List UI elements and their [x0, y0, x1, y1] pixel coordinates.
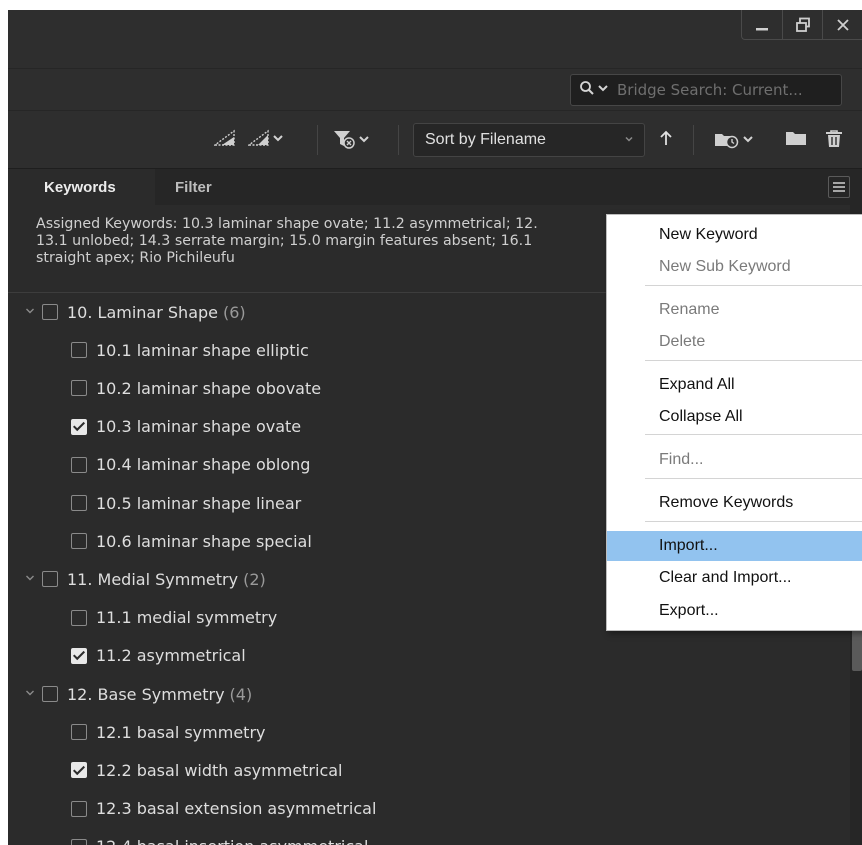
keyword-checkbox[interactable] — [71, 838, 87, 845]
keyword-checkbox[interactable] — [71, 647, 87, 664]
keyword-count: (4) — [229, 684, 253, 704]
chevron-down-icon[interactable] — [20, 572, 40, 586]
menu-item-expand-all[interactable]: Expand All — [607, 370, 862, 400]
keyword-count: (6) — [223, 302, 246, 322]
menu-item-remove-keywords[interactable]: Remove Keywords — [607, 488, 862, 518]
keyword-row[interactable]: 12.1 basal symmetry — [8, 713, 848, 751]
toolbar: Sort by Filename — [8, 110, 862, 168]
chevron-down-icon[interactable] — [20, 687, 40, 701]
keyword-checkbox[interactable] — [71, 609, 87, 626]
keyword-count: (2) — [243, 569, 266, 589]
menu-separator — [645, 521, 862, 522]
panel-context-menu: New Keyword New Sub Keyword Rename Delete Ex… — [606, 214, 862, 631]
sort-ascending-icon[interactable] — [659, 129, 673, 147]
keyword-label: 12.2 basal width asymmetrical — [96, 760, 343, 780]
keyword-label: 11.2 asymmetrical — [96, 646, 246, 666]
keyword-label: 12.1 basal symmetry — [96, 722, 266, 742]
menu-item-clear-and-import[interactable]: Clear and Import... — [607, 563, 862, 593]
menu-separator — [645, 478, 862, 479]
keyword-label: 10.2 laminar shape obovate — [96, 378, 322, 398]
search-input[interactable]: Bridge Search: Current... — [570, 74, 842, 106]
window-controls — [741, 10, 862, 40]
restore-icon[interactable] — [782, 10, 822, 40]
keyword-row[interactable]: 12.4 basal insertion asymmetrical — [8, 828, 848, 845]
keyword-checkbox[interactable] — [71, 533, 87, 550]
menu-separator — [645, 285, 862, 286]
chevron-down-icon[interactable] — [597, 82, 609, 98]
keyword-checkbox[interactable] — [71, 762, 87, 779]
keyword-row[interactable]: 11.2 asymmetrical — [8, 637, 848, 675]
menu-item-collapse-all[interactable]: Collapse All — [607, 402, 862, 432]
toolbar-divider — [398, 125, 399, 155]
keyword-label: 10. Laminar Shape — [67, 302, 218, 322]
keyword-label: 10.4 laminar shape oblong — [96, 455, 311, 475]
keyword-label: 11.1 medial symmetry — [96, 608, 278, 628]
keyword-row[interactable]: 12.2 basal width asymmetrical — [8, 751, 848, 789]
keyword-checkbox[interactable] — [71, 800, 87, 817]
toolbar-divider — [693, 125, 694, 155]
keyword-label: 10.3 laminar shape ovate — [96, 417, 302, 437]
chevron-down-icon[interactable] — [20, 305, 40, 319]
sort-dropdown[interactable]: Sort by Filename — [413, 123, 645, 157]
rating-dropdown-icon[interactable] — [248, 129, 284, 147]
keyword-checkbox[interactable] — [71, 418, 87, 435]
search-icon[interactable] — [579, 80, 595, 100]
filter-icon[interactable] — [333, 129, 370, 149]
keyword-group-row[interactable]: 12. Base Symmetry (4) — [8, 675, 848, 713]
menu-item-find: Find... — [659, 451, 704, 468]
close-icon[interactable] — [822, 10, 862, 40]
panel-menu-icon[interactable] — [828, 176, 850, 198]
bridge-window: Bridge Search: Current... Sort by Filena… — [8, 10, 862, 845]
title-bar — [8, 10, 862, 68]
keyword-label: 10.5 laminar shape linear — [96, 493, 302, 513]
keyword-checkbox[interactable] — [71, 342, 87, 359]
keyword-label: 11. Medial Symmetry — [67, 569, 239, 589]
menu-item-delete: Delete — [659, 333, 706, 350]
menu-item-new-sub-keyword: New Sub Keyword — [659, 258, 791, 275]
chevron-down-icon — [624, 133, 634, 147]
menu-separator — [645, 360, 862, 361]
tab-keywords[interactable]: Keywords — [8, 169, 155, 206]
keyword-checkbox[interactable] — [42, 686, 58, 702]
toolbar-divider — [317, 125, 318, 155]
trash-icon[interactable] — [824, 129, 844, 149]
menu-item-rename: Rename — [659, 301, 720, 318]
keyword-checkbox[interactable] — [42, 304, 58, 320]
recent-folders-icon[interactable] — [714, 129, 754, 149]
panel-tabs: Keywords Filter — [8, 168, 862, 206]
keyword-label: 10.6 laminar shape special — [96, 531, 312, 551]
keyword-label: 12. Base Symmetry — [67, 684, 225, 704]
tab-filter[interactable]: Filter — [175, 169, 212, 206]
keyword-checkbox[interactable] — [71, 380, 87, 397]
keyword-row[interactable]: 12.3 basal extension asymmetrical — [8, 790, 848, 828]
folder-icon[interactable] — [785, 129, 807, 147]
menu-item-export[interactable]: Export... — [607, 596, 862, 626]
menu-item-new-keyword[interactable]: New Keyword — [607, 220, 862, 250]
keyword-label: 12.3 basal extension asymmetrical — [96, 799, 377, 819]
keyword-label: 10.1 laminar shape elliptic — [96, 340, 309, 360]
rating-filter-icon[interactable] — [214, 129, 236, 147]
menu-separator — [645, 434, 862, 435]
search-row: Bridge Search: Current... — [8, 68, 862, 110]
sort-label: Sort by Filename — [425, 131, 546, 148]
keyword-checkbox[interactable] — [71, 456, 87, 473]
minimize-icon[interactable] — [742, 10, 782, 40]
keyword-label: 12.4 basal insertion asymmetrical — [96, 837, 368, 845]
keyword-checkbox[interactable] — [42, 571, 58, 588]
menu-item-import[interactable]: Import... — [607, 531, 862, 561]
keyword-checkbox[interactable] — [71, 724, 87, 741]
keyword-checkbox[interactable] — [71, 495, 87, 511]
search-placeholder: Bridge Search: Current... — [617, 81, 803, 99]
